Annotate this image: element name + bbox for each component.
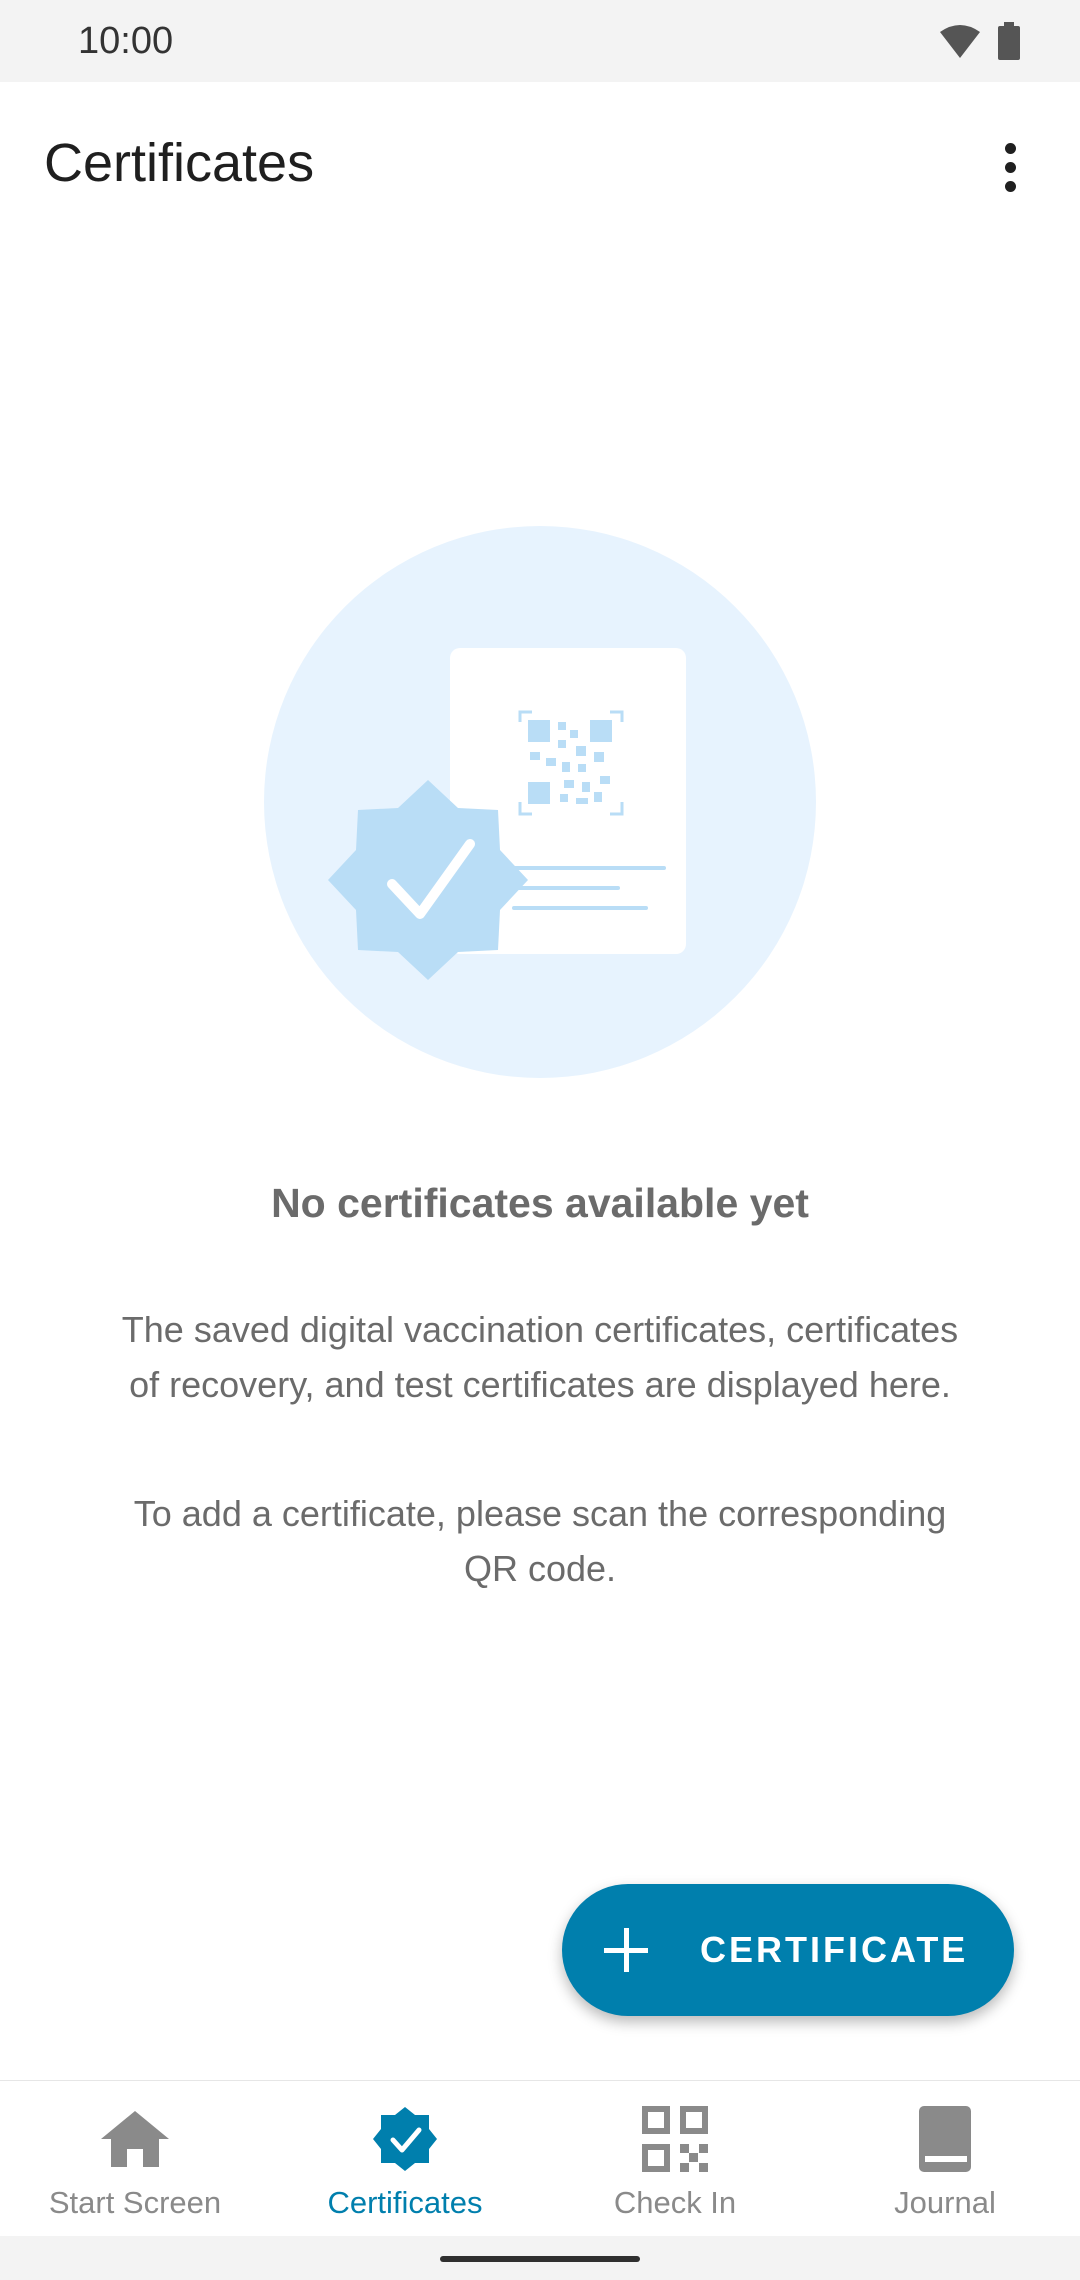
empty-state-title: No certificates available yet xyxy=(271,1180,809,1226)
empty-state-description: The saved digital vaccination certificat… xyxy=(121,1309,959,1405)
app-bar: Certificates xyxy=(0,82,1080,242)
verified-badge-icon xyxy=(369,2103,441,2175)
qr-code-icon xyxy=(639,2103,711,2175)
nav-item-start-screen[interactable]: Start Screen xyxy=(0,2081,270,2237)
plus-icon xyxy=(604,1928,648,1972)
empty-state-illustration xyxy=(264,526,816,1078)
battery-icon xyxy=(998,22,1020,65)
gesture-bar xyxy=(0,2236,1080,2280)
nav-label-certificates: Certificates xyxy=(327,2185,483,2220)
book-icon xyxy=(909,2103,981,2175)
nav-label-journal: Journal xyxy=(894,2185,996,2220)
status-time: 10:00 xyxy=(78,20,174,62)
nav-item-check-in[interactable]: Check In xyxy=(540,2081,810,2237)
gesture-handle[interactable] xyxy=(440,2256,640,2262)
add-certificate-button[interactable]: CERTIFICATE xyxy=(562,1884,1014,2016)
empty-state-hint: To add a certificate, please scan the co… xyxy=(133,1493,947,1589)
wifi-icon xyxy=(940,24,980,63)
fab-label: CERTIFICATE xyxy=(700,1929,969,1970)
nav-label-check-in: Check In xyxy=(613,2185,737,2220)
status-icons xyxy=(940,22,1020,65)
more-vert-icon[interactable] xyxy=(980,132,1040,202)
nav-item-journal[interactable]: Journal xyxy=(810,2081,1080,2237)
status-bar: 10:00 xyxy=(0,0,1080,82)
page-title: Certificates xyxy=(44,133,315,193)
nav-item-certificates[interactable]: Certificates xyxy=(270,2081,540,2237)
home-icon xyxy=(99,2103,171,2175)
bottom-navigation: Start Screen Certificates Check In Journ… xyxy=(0,2080,1080,2237)
nav-label-start-screen: Start Screen xyxy=(48,2185,222,2220)
